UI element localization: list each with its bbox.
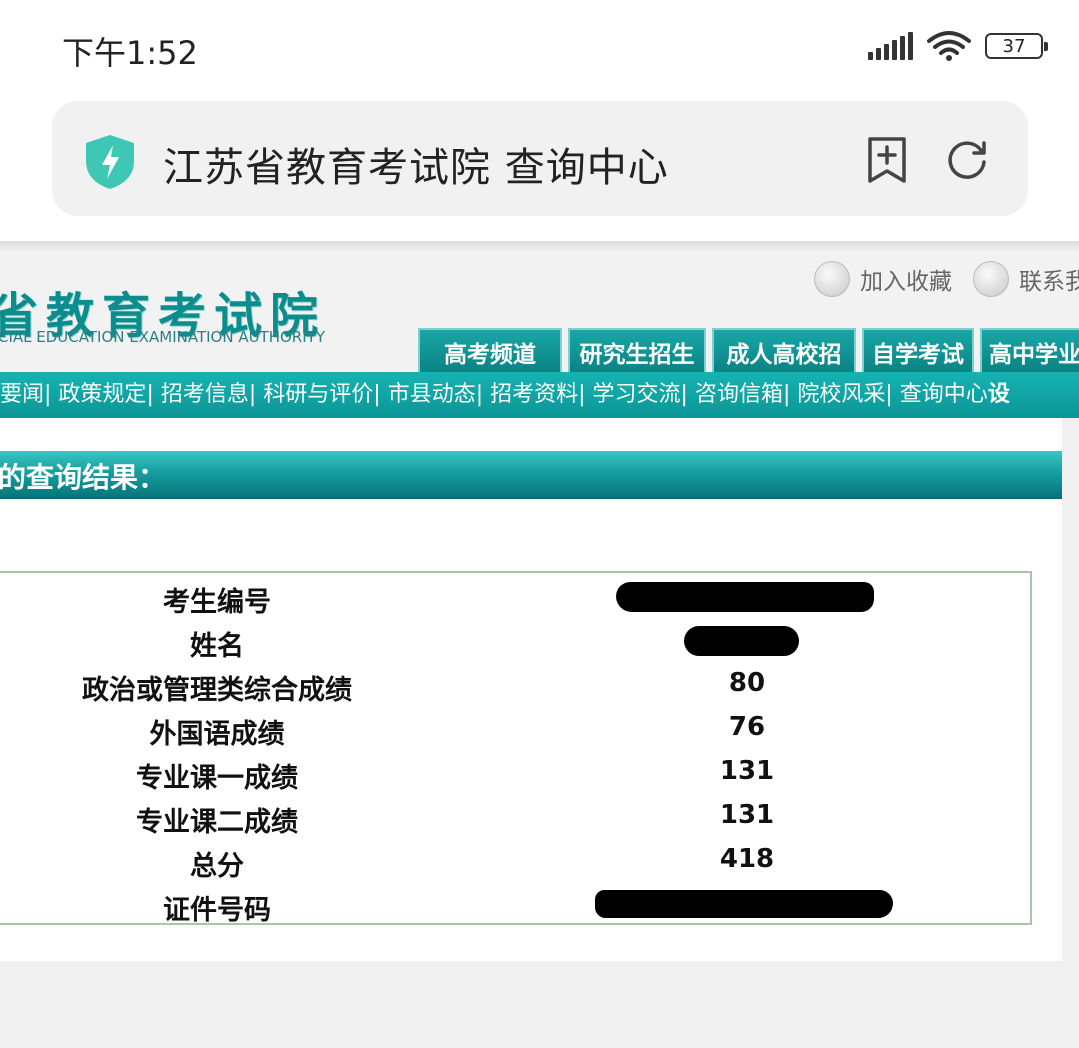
- row-value: 76: [728, 712, 766, 742]
- nav-separator: |: [248, 382, 264, 407]
- tab-highschool[interactable]: 高中学业: [980, 328, 1079, 374]
- result-title: 的查询结果：: [0, 461, 167, 494]
- wifi-icon: [927, 31, 971, 61]
- table-row: 外国语成绩 76: [0, 708, 1032, 752]
- nav-separator: |: [782, 382, 798, 407]
- table-row: 总分 418: [0, 840, 1032, 884]
- address-bar[interactable]: 江苏省教育考试院 查询中心: [52, 101, 1028, 216]
- reload-icon[interactable]: [944, 137, 990, 183]
- table-row: 姓名: [0, 620, 1032, 664]
- row-label: 外国语成绩: [149, 719, 285, 750]
- nav-item-exchange[interactable]: 学习交流: [593, 382, 681, 407]
- shield-icon: [86, 135, 134, 189]
- nav-item-tail[interactable]: 设: [988, 382, 1010, 407]
- contact-label: 联系我: [1019, 269, 1079, 295]
- redaction-mark: [595, 890, 893, 918]
- nav-separator: |: [680, 382, 695, 407]
- row-label: 证件号码: [163, 895, 271, 926]
- row-label: 专业课二成绩: [136, 807, 298, 838]
- site-header: 省教育考试院 CIAL EDUCATION EXAMINATION AUTHOR…: [0, 241, 1079, 418]
- browser-toolbar: 江苏省教育考试院 查询中心: [0, 96, 1079, 241]
- toolbar-shadow: [0, 241, 1079, 251]
- row-value: 80: [728, 668, 766, 698]
- nav-item-news[interactable]: 要闻: [0, 382, 44, 407]
- add-favorite-link[interactable]: 加入收藏: [814, 261, 952, 297]
- row-label: 专业课一成绩: [136, 763, 298, 794]
- row-label: 政治或管理类综合成绩: [82, 675, 352, 706]
- table-row: 专业课一成绩 131: [0, 752, 1032, 796]
- table-row: 政治或管理类综合成绩 80: [0, 664, 1032, 708]
- signal-icon: [868, 32, 913, 60]
- row-value: 131: [719, 800, 775, 830]
- status-time: 下午1:52: [62, 34, 198, 72]
- nav-item-materials[interactable]: 招考资料: [490, 382, 578, 407]
- result-header: 的查询结果：: [0, 451, 1062, 499]
- nav-item-policy[interactable]: 政策规定: [58, 382, 146, 407]
- web-page: 省教育考试院 CIAL EDUCATION EXAMINATION AUTHOR…: [0, 241, 1079, 1048]
- contact-link[interactable]: 联系我: [973, 261, 1079, 297]
- nav-separator: |: [146, 382, 161, 407]
- nav-separator: |: [475, 382, 491, 407]
- system-icons: 37: [868, 30, 1048, 62]
- redaction-mark: [616, 582, 874, 612]
- battery-icon: 37: [985, 33, 1048, 59]
- nav-item-colleges[interactable]: 院校风采: [797, 382, 885, 407]
- table-row: 专业课二成绩 131: [0, 796, 1032, 840]
- status-bar: 下午1:52 37: [0, 0, 1079, 96]
- main-nav: 要闻| 政策规定| 招考信息| 科研与评价| 市县动态| 招考资料| 学习交流|…: [0, 372, 1079, 418]
- nav-separator: |: [373, 382, 388, 407]
- channel-tabs: 高考频道 研究生招生 成人高校招 自学考试 高中学业: [418, 328, 1079, 374]
- page-title: 江苏省教育考试院 查询中心: [163, 145, 669, 191]
- folder-icon: [814, 261, 850, 297]
- nav-item-local-news[interactable]: 市县动态: [388, 382, 476, 407]
- tab-graduate[interactable]: 研究生招生: [568, 328, 706, 374]
- nav-item-query-center[interactable]: 查询中心: [900, 382, 988, 407]
- bookmark-add-icon[interactable]: [866, 135, 908, 185]
- nav-item-admission-info[interactable]: 招考信息: [161, 382, 249, 407]
- site-logo-en: CIAL EDUCATION EXAMINATION AUTHORITY: [0, 328, 325, 346]
- add-favorite-label: 加入收藏: [860, 269, 952, 295]
- nav-separator: |: [578, 382, 593, 407]
- row-label: 总分: [190, 851, 244, 882]
- nav-separator: |: [885, 382, 900, 407]
- nav-item-research[interactable]: 科研与评价: [263, 382, 373, 407]
- result-panel: 的查询结果： 考生编号 姓名 政治或管理类综合成绩 80 外国语成绩 76 专业…: [0, 418, 1062, 961]
- battery-level: 37: [1002, 35, 1026, 57]
- tab-adult[interactable]: 成人高校招: [712, 328, 856, 374]
- row-label: 姓名: [190, 631, 244, 662]
- nav-separator: |: [44, 382, 59, 407]
- page-background: [0, 961, 1079, 1048]
- redaction-mark: [684, 626, 799, 656]
- home-icon: [973, 261, 1009, 297]
- nav-item-mailbox[interactable]: 咨询信箱: [695, 382, 783, 407]
- row-value: 131: [719, 756, 775, 786]
- score-table: 考生编号 姓名 政治或管理类综合成绩 80 外国语成绩 76 专业课一成绩 13…: [0, 571, 1032, 928]
- tab-gaokao[interactable]: 高考频道: [418, 328, 562, 374]
- tab-self-study[interactable]: 自学考试: [862, 328, 974, 374]
- table-row: 证件号码: [0, 884, 1032, 928]
- row-value: 418: [719, 844, 775, 874]
- row-label: 考生编号: [163, 587, 271, 618]
- table-row: 考生编号: [0, 576, 1032, 620]
